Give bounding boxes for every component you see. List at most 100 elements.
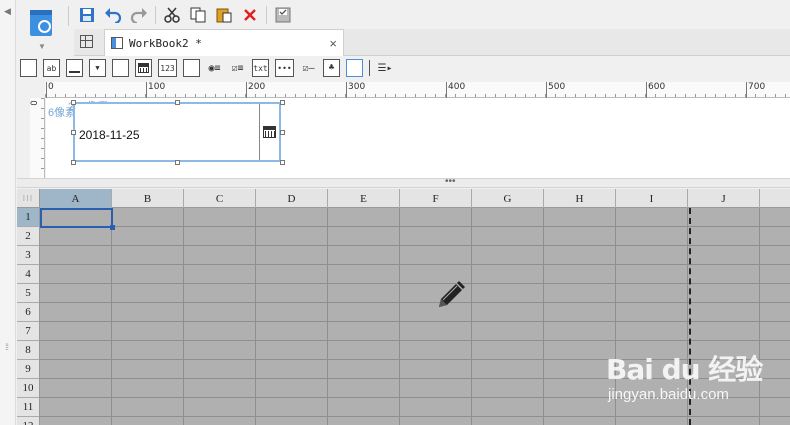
- textarea-widget-button[interactable]: [183, 59, 200, 77]
- ruler-tick: 0: [46, 82, 54, 98]
- tab-bar: WorkBook2 * ×: [74, 29, 790, 56]
- document-icon: [30, 10, 52, 36]
- date-value: 2018-11-25: [79, 128, 140, 142]
- page-break-line: [689, 208, 691, 425]
- frame-widget-button[interactable]: [346, 59, 363, 77]
- undo-button[interactable]: [100, 4, 126, 26]
- column-header[interactable]: A: [40, 189, 112, 208]
- row-header[interactable]: 11: [17, 398, 39, 417]
- column-header[interactable]: C: [184, 189, 256, 208]
- column-header[interactable]: H: [544, 189, 616, 208]
- new-sheet-button[interactable]: [78, 33, 98, 51]
- row-header[interactable]: 8: [17, 341, 39, 360]
- row-header[interactable]: 10: [17, 379, 39, 398]
- resize-handle[interactable]: [280, 160, 285, 165]
- checkbox-group-widget-button[interactable]: ☑≡: [229, 59, 246, 77]
- textfield-widget-button[interactable]: ab: [43, 59, 60, 77]
- left-collapse-strip[interactable]: ◀ ⁞⁞: [0, 0, 16, 425]
- resize-handle[interactable]: [280, 100, 285, 105]
- drag-handle-icon[interactable]: ⁞⁞: [5, 342, 9, 352]
- row-header-column: 1 2 3 4 5 6 7 8 9 10 11 12: [17, 208, 40, 425]
- widget-toolbar: ab ▼ 123 ◉≡ ☑≡ txt ••• ☑– ♣ ☰▸: [20, 57, 402, 79]
- chevron-down-icon: ▼: [95, 64, 100, 72]
- row-header[interactable]: 6: [17, 303, 39, 322]
- tab-workbook2[interactable]: WorkBook2 * ×: [104, 29, 344, 56]
- cut-button[interactable]: [159, 4, 185, 26]
- resize-handle[interactable]: [71, 130, 76, 135]
- row-header[interactable]: 2: [17, 227, 39, 246]
- toolbar-divider: [68, 6, 69, 26]
- grid-add-icon: [80, 35, 93, 48]
- column-header[interactable]: B: [112, 189, 184, 208]
- row-header[interactable]: 5: [17, 284, 39, 303]
- ruler-tick: 200: [245, 82, 266, 98]
- row-header[interactable]: 4: [17, 265, 39, 284]
- ruler-tick: 300: [345, 82, 366, 98]
- app-menu-button[interactable]: ▼: [24, 4, 60, 56]
- text-widget-button[interactable]: txt: [252, 59, 269, 77]
- more-icon: ☰▸: [377, 62, 393, 74]
- resize-handle[interactable]: [71, 100, 76, 105]
- radio-group-widget-button[interactable]: ◉≡: [206, 59, 223, 77]
- row-header[interactable]: 12: [17, 417, 39, 425]
- date-widget-button[interactable]: [135, 59, 152, 77]
- button-widget-button[interactable]: [66, 59, 83, 77]
- radio-list-icon: ◉≡: [208, 62, 221, 74]
- column-header[interactable]: I: [616, 189, 688, 208]
- date-widget[interactable]: 2018-11-25: [73, 102, 281, 162]
- spreadsheet-grid[interactable]: ⁝⁝⁝ A B C D E F G H I J 1 2 3 4 5 6 7 8 …: [17, 189, 790, 425]
- dropdown-tree-widget-button[interactable]: [112, 59, 129, 77]
- row-header[interactable]: 1: [17, 208, 39, 227]
- checkbox-widget-button[interactable]: ☑–: [300, 59, 317, 77]
- template-button[interactable]: [270, 4, 296, 26]
- delete-icon: [244, 9, 256, 21]
- resize-handle[interactable]: [280, 130, 285, 135]
- resize-handle[interactable]: [175, 100, 180, 105]
- height-dimension-label: 6像素: [48, 107, 77, 119]
- cell-area[interactable]: [40, 208, 790, 425]
- tree-widget-button[interactable]: ♣: [323, 59, 340, 77]
- password-widget-button[interactable]: •••: [275, 59, 294, 77]
- toolbar-divider: [266, 6, 267, 24]
- column-header[interactable]: E: [328, 189, 400, 208]
- copy-button[interactable]: [185, 4, 211, 26]
- copy-icon: [190, 7, 206, 23]
- toolbar-divider: [369, 60, 370, 76]
- delete-button[interactable]: [237, 4, 263, 26]
- select-all-corner[interactable]: ⁝⁝⁝: [17, 189, 40, 208]
- horizontal-ruler: 0 100 200 300 400 500 600 700: [45, 82, 790, 98]
- toolbar-divider: [155, 6, 156, 24]
- resize-handle[interactable]: [175, 160, 180, 165]
- selected-cell[interactable]: [40, 208, 115, 230]
- more-widgets-button[interactable]: ☰▸: [374, 59, 396, 77]
- checkbox-icon: ☑–: [302, 62, 315, 74]
- row-header[interactable]: 7: [17, 322, 39, 341]
- column-header[interactable]: G: [472, 189, 544, 208]
- save-button[interactable]: [74, 4, 100, 26]
- tree-icon: ♣: [328, 63, 335, 73]
- paste-button[interactable]: [211, 4, 237, 26]
- ruler-corner: [17, 82, 45, 98]
- pane-splitter[interactable]: •••: [17, 176, 790, 188]
- undo-icon: [105, 8, 122, 23]
- save-icon: [80, 8, 94, 22]
- collapse-arrow-icon[interactable]: ◀: [4, 6, 11, 17]
- redo-button[interactable]: [126, 4, 152, 26]
- combo-widget-button[interactable]: ▼: [89, 59, 106, 77]
- close-icon[interactable]: ×: [329, 36, 337, 51]
- column-header[interactable]: F: [400, 189, 472, 208]
- cut-icon: [164, 7, 180, 23]
- number-widget-button[interactable]: 123: [158, 59, 177, 77]
- row-header[interactable]: 9: [17, 360, 39, 379]
- column-header-row: ⁝⁝⁝ A B C D E F G H I J: [17, 189, 790, 208]
- resize-handle[interactable]: [71, 160, 76, 165]
- designer-window: ◀ ⁞⁞ ▼ WorkBook2 * × ab ▼ 123 ◉≡ ☑≡ txt …: [0, 0, 790, 425]
- main-toolbar: [74, 4, 296, 26]
- label-widget-button[interactable]: [20, 59, 37, 77]
- calendar-button[interactable]: [259, 104, 279, 160]
- column-header[interactable]: J: [688, 189, 760, 208]
- column-header[interactable]: D: [256, 189, 328, 208]
- row-header[interactable]: 3: [17, 246, 39, 265]
- form-canvas[interactable]: 220像素 6像素 2018-11-25: [46, 98, 790, 178]
- ruler-tick: 400: [445, 82, 466, 98]
